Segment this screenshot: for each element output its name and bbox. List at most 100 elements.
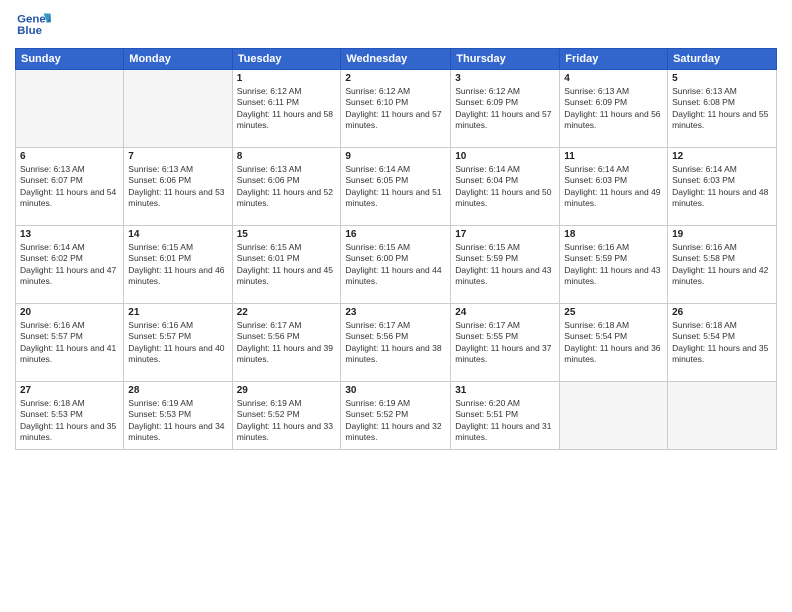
day-number: 25: [564, 307, 663, 318]
day-number: 22: [237, 307, 337, 318]
day-info: Sunrise: 6:17 AMSunset: 5:56 PMDaylight:…: [237, 320, 337, 366]
weekday-header-wednesday: Wednesday: [341, 49, 451, 70]
day-info: Sunrise: 6:19 AMSunset: 5:53 PMDaylight:…: [128, 398, 227, 444]
day-number: 1: [237, 73, 337, 84]
day-number: 9: [345, 151, 446, 162]
calendar-cell: 20 Sunrise: 6:16 AMSunset: 5:57 PMDayligh…: [16, 304, 124, 382]
calendar-cell: 23 Sunrise: 6:17 AMSunset: 5:56 PMDayligh…: [341, 304, 451, 382]
day-number: 20: [20, 307, 119, 318]
day-info: Sunrise: 6:13 AMSunset: 6:06 PMDaylight:…: [237, 164, 337, 210]
day-number: 8: [237, 151, 337, 162]
day-number: 5: [672, 73, 772, 84]
day-info: Sunrise: 6:16 AMSunset: 5:58 PMDaylight:…: [672, 242, 772, 288]
day-number: 19: [672, 229, 772, 240]
week-row-5: 27 Sunrise: 6:18 AMSunset: 5:53 PMDayligh…: [16, 382, 777, 450]
calendar-cell: 24Sunrise: 6:17 AMSunset: 5:55 PMDayligh…: [451, 304, 560, 382]
day-info: Sunrise: 6:15 AMSunset: 6:01 PMDaylight:…: [237, 242, 337, 288]
day-number: 27: [20, 385, 119, 396]
day-number: 12: [672, 151, 772, 162]
weekday-header-thursday: Thursday: [451, 49, 560, 70]
calendar-cell: 21Sunrise: 6:16 AMSunset: 5:57 PMDayligh…: [124, 304, 232, 382]
calendar-cell: 10 Sunrise: 6:14 AMSunset: 6:04 PMDayligh…: [451, 148, 560, 226]
day-info: Sunrise: 6:14 AMSunset: 6:02 PMDaylight:…: [20, 242, 119, 288]
day-number: 18: [564, 229, 663, 240]
day-info: Sunrise: 6:19 AMSunset: 5:52 PMDaylight:…: [345, 398, 446, 444]
calendar-cell: 2Sunrise: 6:12 AMSunset: 6:10 PMDaylight…: [341, 70, 451, 148]
day-info: Sunrise: 6:13 AMSunset: 6:06 PMDaylight:…: [128, 164, 227, 210]
calendar-cell: 22 Sunrise: 6:17 AMSunset: 5:56 PMDayligh…: [232, 304, 341, 382]
page: General Blue SundayMondayTuesdayWednesda…: [0, 0, 792, 612]
calendar-cell: 5Sunrise: 6:13 AMSunset: 6:08 PMDaylight…: [668, 70, 777, 148]
day-number: 15: [237, 229, 337, 240]
weekday-header-row: SundayMondayTuesdayWednesdayThursdayFrid…: [16, 49, 777, 70]
calendar-cell: 14 Sunrise: 6:15 AMSunset: 6:01 PMDayligh…: [124, 226, 232, 304]
calendar-cell: 7Sunrise: 6:13 AMSunset: 6:06 PMDaylight…: [124, 148, 232, 226]
day-info: Sunrise: 6:17 AMSunset: 5:56 PMDaylight:…: [345, 320, 446, 366]
calendar-cell: 26 Sunrise: 6:18 AMSunset: 5:54 PMDayligh…: [668, 304, 777, 382]
day-info: Sunrise: 6:14 AMSunset: 6:03 PMDaylight:…: [672, 164, 772, 210]
week-row-1: 1 Sunrise: 6:12 AMSunset: 6:11 PMDaylight…: [16, 70, 777, 148]
day-number: 23: [345, 307, 446, 318]
day-number: 16: [345, 229, 446, 240]
day-info: Sunrise: 6:16 AMSunset: 5:57 PMDaylight:…: [128, 320, 227, 366]
week-row-2: 6 Sunrise: 6:13 AMSunset: 6:07 PMDaylight…: [16, 148, 777, 226]
calendar-cell: 9Sunrise: 6:14 AMSunset: 6:05 PMDaylight…: [341, 148, 451, 226]
calendar-cell: 30 Sunrise: 6:19 AMSunset: 5:52 PMDayligh…: [341, 382, 451, 450]
day-info: Sunrise: 6:12 AMSunset: 6:11 PMDaylight:…: [237, 86, 337, 132]
day-info: Sunrise: 6:19 AMSunset: 5:52 PMDaylight:…: [237, 398, 337, 444]
calendar-cell: 13 Sunrise: 6:14 AMSunset: 6:02 PMDayligh…: [16, 226, 124, 304]
weekday-header-sunday: Sunday: [16, 49, 124, 70]
calendar-cell: 4Sunrise: 6:13 AMSunset: 6:09 PMDaylight…: [560, 70, 668, 148]
calendar-cell: 16 Sunrise: 6:15 AMSunset: 6:00 PMDayligh…: [341, 226, 451, 304]
calendar-cell: [16, 70, 124, 148]
week-row-3: 13 Sunrise: 6:14 AMSunset: 6:02 PMDayligh…: [16, 226, 777, 304]
calendar-cell: 28 Sunrise: 6:19 AMSunset: 5:53 PMDayligh…: [124, 382, 232, 450]
day-number: 29: [237, 385, 337, 396]
day-number: 30: [345, 385, 446, 396]
day-info: Sunrise: 6:13 AMSunset: 6:07 PMDaylight:…: [20, 164, 119, 210]
calendar-cell: 18 Sunrise: 6:16 AMSunset: 5:59 PMDayligh…: [560, 226, 668, 304]
calendar-cell: 6 Sunrise: 6:13 AMSunset: 6:07 PMDaylight…: [16, 148, 124, 226]
day-number: 10: [455, 151, 555, 162]
calendar-cell: 1 Sunrise: 6:12 AMSunset: 6:11 PMDaylight…: [232, 70, 341, 148]
calendar-cell: 19 Sunrise: 6:16 AMSunset: 5:58 PMDayligh…: [668, 226, 777, 304]
calendar-cell: 25 Sunrise: 6:18 AMSunset: 5:54 PMDayligh…: [560, 304, 668, 382]
day-number: 31: [455, 385, 555, 396]
day-number: 26: [672, 307, 772, 318]
calendar-cell: 29 Sunrise: 6:19 AMSunset: 5:52 PMDayligh…: [232, 382, 341, 450]
week-row-4: 20 Sunrise: 6:16 AMSunset: 5:57 PMDayligh…: [16, 304, 777, 382]
day-info: Sunrise: 6:14 AMSunset: 6:03 PMDaylight:…: [564, 164, 663, 210]
day-info: Sunrise: 6:15 AMSunset: 5:59 PMDaylight:…: [455, 242, 555, 288]
day-info: Sunrise: 6:18 AMSunset: 5:54 PMDaylight:…: [672, 320, 772, 366]
day-info: Sunrise: 6:14 AMSunset: 6:04 PMDaylight:…: [455, 164, 555, 210]
day-info: Sunrise: 6:13 AMSunset: 6:09 PMDaylight:…: [564, 86, 663, 132]
day-info: Sunrise: 6:15 AMSunset: 6:01 PMDaylight:…: [128, 242, 227, 288]
day-info: Sunrise: 6:16 AMSunset: 5:59 PMDaylight:…: [564, 242, 663, 288]
day-info: Sunrise: 6:18 AMSunset: 5:53 PMDaylight:…: [20, 398, 119, 444]
weekday-header-saturday: Saturday: [668, 49, 777, 70]
day-info: Sunrise: 6:20 AMSunset: 5:51 PMDaylight:…: [455, 398, 555, 444]
svg-text:Blue: Blue: [17, 25, 42, 37]
day-info: Sunrise: 6:15 AMSunset: 6:00 PMDaylight:…: [345, 242, 446, 288]
calendar-cell: 27 Sunrise: 6:18 AMSunset: 5:53 PMDayligh…: [16, 382, 124, 450]
calendar-cell: 8 Sunrise: 6:13 AMSunset: 6:06 PMDaylight…: [232, 148, 341, 226]
calendar: SundayMondayTuesdayWednesdayThursdayFrid…: [15, 48, 777, 450]
weekday-header-friday: Friday: [560, 49, 668, 70]
calendar-cell: [124, 70, 232, 148]
calendar-cell: 17 Sunrise: 6:15 AMSunset: 5:59 PMDayligh…: [451, 226, 560, 304]
day-number: 11: [564, 151, 663, 162]
day-number: 13: [20, 229, 119, 240]
day-info: Sunrise: 6:18 AMSunset: 5:54 PMDaylight:…: [564, 320, 663, 366]
day-number: 2: [345, 73, 446, 84]
weekday-header-tuesday: Tuesday: [232, 49, 341, 70]
day-number: 3: [455, 73, 555, 84]
day-number: 17: [455, 229, 555, 240]
calendar-cell: 31 Sunrise: 6:20 AMSunset: 5:51 PMDayligh…: [451, 382, 560, 450]
header: General Blue: [15, 10, 777, 40]
day-number: 28: [128, 385, 227, 396]
day-number: 6: [20, 151, 119, 162]
logo: General Blue: [15, 10, 51, 40]
logo-icon: General Blue: [15, 10, 51, 40]
day-info: Sunrise: 6:16 AMSunset: 5:57 PMDaylight:…: [20, 320, 119, 366]
day-number: 14: [128, 229, 227, 240]
